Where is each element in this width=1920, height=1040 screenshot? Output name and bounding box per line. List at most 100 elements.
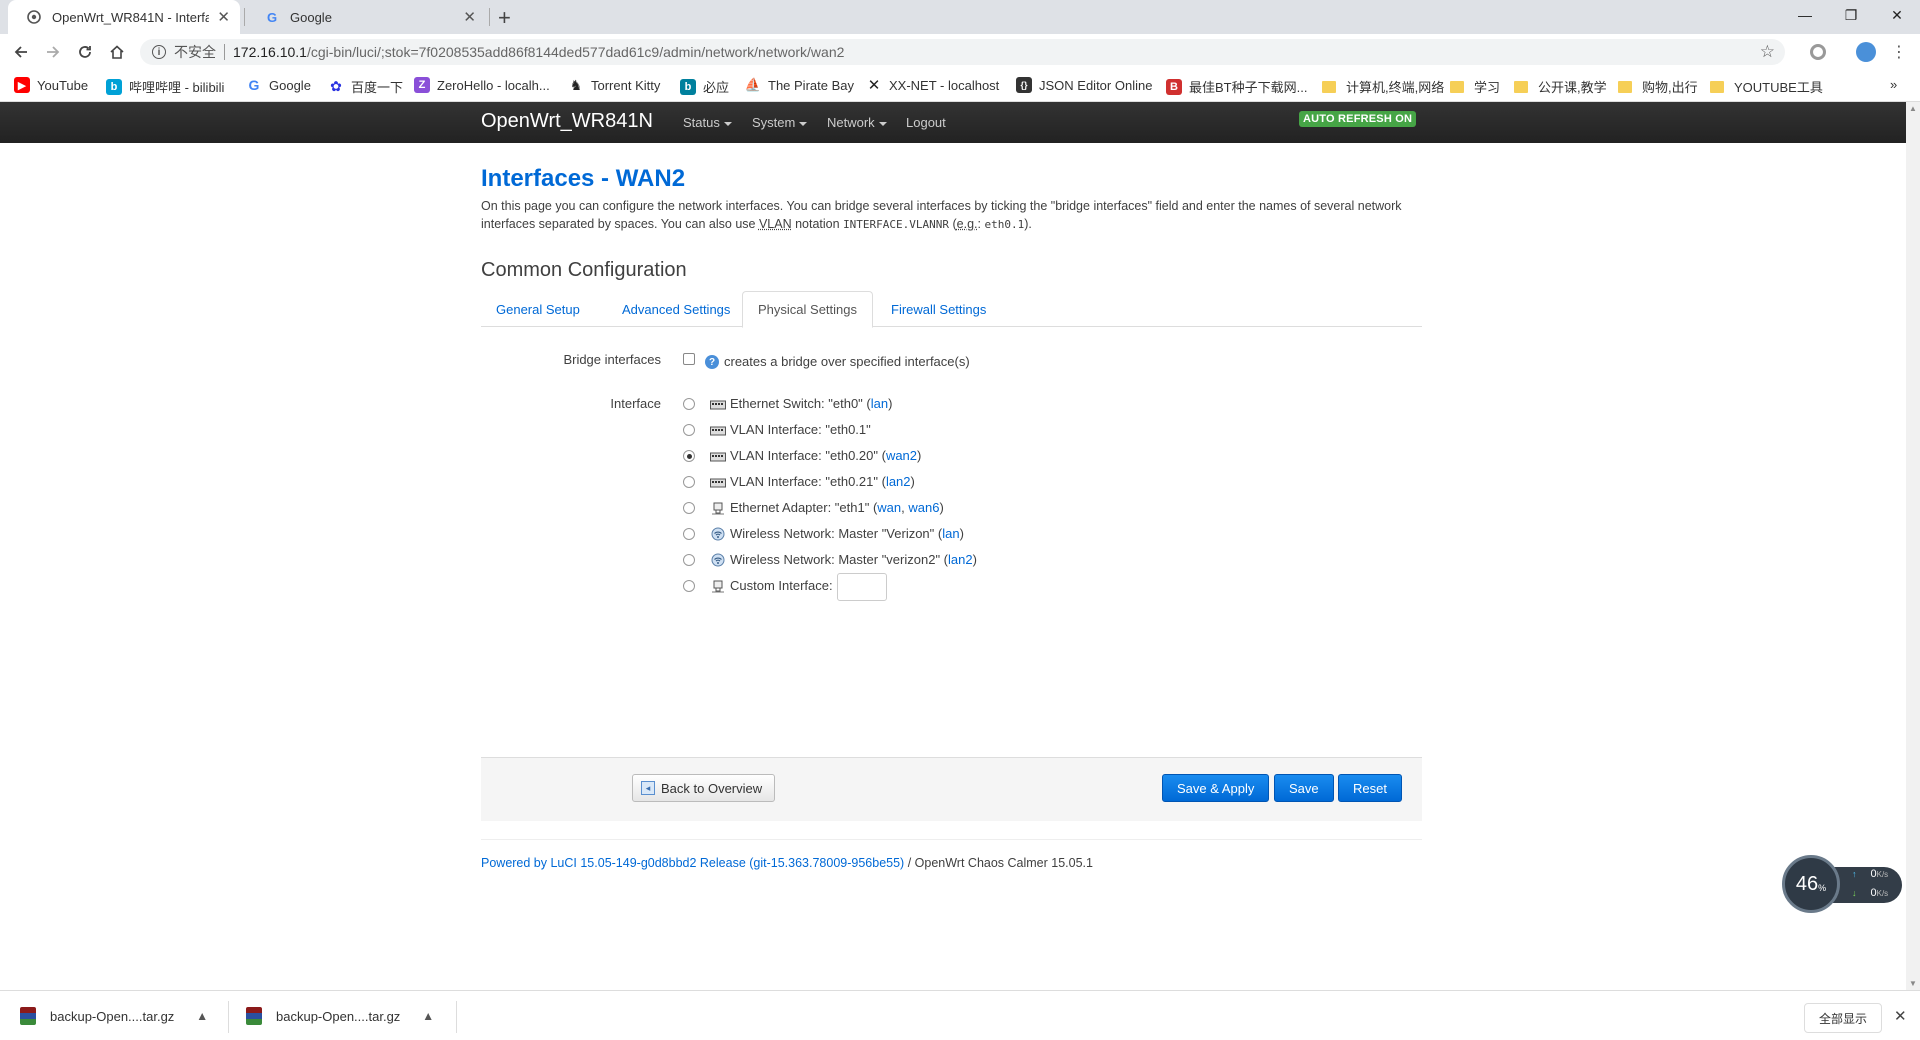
download-item[interactable]: backup-Open....tar.gz ▲ [20, 1001, 208, 1031]
bookmark-label: 哔哩哔哩 - bilibili [129, 80, 225, 95]
network-link-lan[interactable]: lan [871, 396, 888, 411]
custom-interface-input[interactable] [837, 573, 887, 601]
download-item[interactable]: backup-Open....tar.gz ▲ [246, 1001, 434, 1031]
browser-menu-icon[interactable]: ⋮ [1886, 40, 1912, 64]
bookmark-label: 计算机,终端,网络 [1346, 80, 1445, 95]
bookmark-youtube[interactable]: ▶ YouTube [14, 77, 88, 93]
google-icon: G [248, 77, 260, 93]
forward-arrow-icon[interactable] [40, 40, 66, 64]
bookmark-bing[interactable]: b 必应 [680, 77, 729, 96]
browser-tab-google[interactable]: G Google ✕ [246, 0, 486, 34]
interface-radio-wifi-verizon[interactable] [683, 528, 695, 540]
menu-network[interactable]: Network [827, 115, 887, 130]
bookmark-folder-shopping[interactable]: 购物,出行 [1618, 77, 1698, 96]
caret-down-icon [723, 121, 732, 126]
bookmarks-overflow-button[interactable]: » [1890, 77, 1897, 92]
auto-refresh-toggle[interactable]: AUTO REFRESH ON [1299, 111, 1417, 127]
footer: Powered by LuCI 15.05-149-g0d8bbd2 Relea… [481, 856, 1093, 870]
network-link-lan2[interactable]: lan2 [948, 552, 973, 567]
bookmark-baidu[interactable]: ✿ 百度一下 [328, 77, 403, 96]
chevron-up-icon[interactable]: ▲ [196, 1009, 208, 1023]
scroll-down-icon[interactable]: ▼ [1909, 979, 1917, 988]
bridge-help-text: creates a bridge over specified interfac… [724, 354, 970, 369]
bookmark-zerohello[interactable]: Z ZeroHello - localh... [414, 77, 550, 93]
tab-firewall-settings[interactable]: Firewall Settings [876, 291, 1001, 327]
scroll-up-icon[interactable]: ▲ [1909, 104, 1917, 113]
show-all-downloads-button[interactable]: 全部显示 [1804, 1003, 1883, 1033]
bookmark-pirate-bay[interactable]: ⛵ The Pirate Bay [745, 77, 854, 93]
bookmark-label: 公开课,教学 [1538, 80, 1607, 95]
tab-advanced-settings[interactable]: Advanced Settings [607, 291, 745, 327]
interface-radio-wifi-verizon2[interactable] [683, 554, 695, 566]
interface-radio-eth1[interactable] [683, 502, 695, 514]
menu-logout[interactable]: Logout [906, 115, 946, 130]
bookmark-json-editor[interactable]: {} JSON Editor Online [1016, 77, 1152, 93]
network-link-wan2[interactable]: wan2 [886, 448, 917, 463]
interface-option[interactable]: Wireless Network: Master "verizon2" (lan… [710, 552, 977, 567]
profile-avatar[interactable] [1856, 42, 1876, 62]
minimize-button[interactable]: — [1782, 0, 1828, 30]
interface-option[interactable]: Ethernet Switch: "eth0" (lan) [710, 396, 892, 411]
interface-option[interactable]: Custom Interface: [710, 578, 833, 593]
tab-physical-settings[interactable]: Physical Settings [742, 291, 873, 328]
menu-label: Status [683, 115, 720, 130]
back-to-overview-button[interactable]: ◂ Back to Overview [632, 774, 776, 802]
interface-radio-eth0-1[interactable] [683, 424, 695, 436]
interface-option[interactable]: Wireless Network: Master "Verizon" (lan) [710, 526, 964, 541]
home-icon[interactable] [104, 40, 130, 64]
reset-button[interactable]: Reset [1338, 774, 1402, 802]
bookmark-folder-computer[interactable]: 计算机,终端,网络 [1322, 77, 1444, 96]
google-favicon-icon: G [266, 9, 278, 25]
luci-link[interactable]: Powered by LuCI 15.05-149-g0d8bbd2 Relea… [481, 856, 904, 870]
folder-icon [1322, 80, 1336, 93]
network-link-wan[interactable]: wan [877, 500, 901, 515]
chevron-up-icon[interactable]: ▲ [422, 1009, 434, 1023]
bookmark-folder-study[interactable]: 学习 [1450, 77, 1500, 96]
bookmark-label: Google [269, 77, 311, 93]
interface-radio-eth0[interactable] [683, 398, 695, 410]
bookmark-bilibili[interactable]: b 哔哩哔哩 - bilibili [106, 77, 224, 96]
brand-link[interactable]: OpenWrt_WR841N [481, 110, 653, 133]
interface-radio-custom[interactable] [683, 580, 695, 592]
back-arrow-icon[interactable] [8, 40, 34, 64]
bridge-interfaces-checkbox[interactable] [683, 353, 695, 365]
bookmark-folder-courses[interactable]: 公开课,教学 [1514, 77, 1607, 96]
network-speed-widget[interactable]: 46% ↑ 0K/s ↓ 0K/s [1782, 855, 1902, 913]
menu-system[interactable]: System [752, 115, 808, 130]
interface-option[interactable]: Ethernet Adapter: "eth1" (wan, wan6) [710, 500, 944, 515]
tab-general-setup[interactable]: General Setup [481, 291, 595, 327]
gauge-unit: % [1818, 883, 1827, 893]
address-bar[interactable]: i 不安全 172.16.10.1/cgi-bin/luci/;stok=7f0… [140, 39, 1785, 65]
menu-status[interactable]: Status [683, 115, 732, 130]
network-link-lan[interactable]: lan [942, 526, 959, 541]
browser-tab-openwrt[interactable]: OpenWrt_WR841N - Interfaces ✕ [8, 0, 240, 34]
network-link-wan6[interactable]: wan6 [908, 500, 939, 515]
upload-arrow-icon: ↑ [1852, 869, 1857, 879]
interface-option[interactable]: VLAN Interface: "eth0.20" (wan2) [710, 448, 921, 463]
network-link-lan2[interactable]: lan2 [886, 474, 911, 489]
interface-option[interactable]: VLAN Interface: "eth0.21" (lan2) [710, 474, 915, 489]
bookmark-xx-net[interactable]: ✕ XX-NET - localhost [866, 77, 1000, 94]
interface-radio-eth0-21[interactable] [683, 476, 695, 488]
bookmark-bt[interactable]: B 最佳BT种子下载网... [1166, 77, 1307, 96]
save-button[interactable]: Save [1274, 774, 1334, 802]
new-tab-button[interactable]: + [498, 5, 511, 31]
bookmark-google[interactable]: G Google [246, 77, 311, 93]
interface-radio-eth0-20[interactable] [683, 450, 695, 462]
restore-button[interactable]: ❐ [1828, 0, 1874, 30]
tab-close-icon[interactable]: ✕ [217, 8, 230, 26]
vertical-scrollbar[interactable]: ▲ ▼ [1906, 102, 1920, 990]
bookmark-torrent-kitty[interactable]: ♞ Torrent Kitty [568, 77, 661, 93]
bookmark-star-icon[interactable]: ☆ [1760, 42, 1775, 62]
tab-close-icon[interactable]: ✕ [463, 8, 476, 26]
close-shelf-icon[interactable]: ✕ [1894, 1007, 1907, 1025]
example-code: eth0.1 [984, 218, 1025, 231]
interface-option[interactable]: VLAN Interface: "eth0.1" [710, 422, 871, 437]
extension-icon[interactable] [1810, 44, 1826, 60]
close-window-button[interactable]: ✕ [1874, 0, 1920, 30]
bookmark-folder-youtube-tools[interactable]: YOUTUBE工具 [1710, 77, 1823, 96]
save-apply-button[interactable]: Save & Apply [1162, 774, 1270, 802]
description-text: ). [1024, 217, 1032, 231]
site-info-icon[interactable]: i [152, 45, 166, 59]
reload-icon[interactable] [72, 40, 98, 64]
